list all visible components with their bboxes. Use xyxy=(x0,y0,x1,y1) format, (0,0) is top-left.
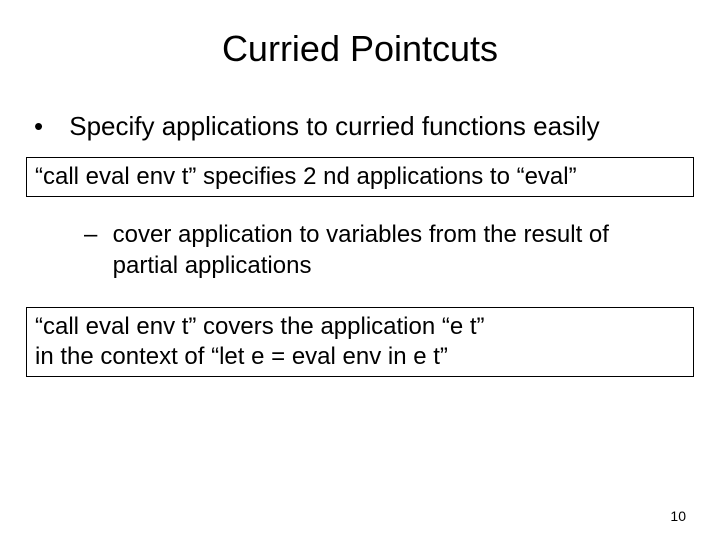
bullet-level2: – cover application to variables from th… xyxy=(84,219,676,281)
box-line: in the context of “let e = eval env in e… xyxy=(35,342,685,372)
bullet-text: cover application to variables from the … xyxy=(113,219,675,281)
bullet-level1: • Specify applications to curried functi… xyxy=(34,110,696,143)
bullet-marker: – xyxy=(84,219,106,250)
bullet-text: Specify applications to curried function… xyxy=(69,110,691,143)
example-box-1: “call eval env t” specifies 2 nd applica… xyxy=(26,157,694,197)
slide-title: Curried Pointcuts xyxy=(24,28,696,70)
bullet-marker: • xyxy=(34,110,62,143)
example-box-2: “call eval env t” covers the application… xyxy=(26,307,694,377)
box-line: “call eval env t” covers the application… xyxy=(35,312,685,342)
page-number: 10 xyxy=(670,508,686,524)
